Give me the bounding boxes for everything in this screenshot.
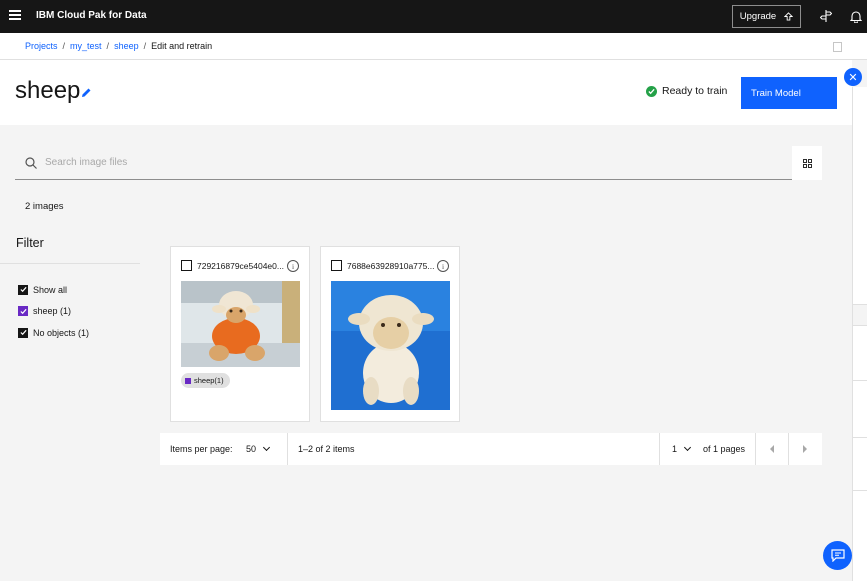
breadcrumb: Projects / my_test / sheep / Edit and re… [25, 41, 212, 51]
chevron-down-icon [262, 443, 271, 452]
page-header: sheep Ready to train Train Model [0, 60, 852, 125]
previous-page-button[interactable] [755, 433, 788, 465]
grid-view-toggle[interactable] [792, 146, 822, 180]
document-icon[interactable] [833, 42, 842, 52]
training-status: Ready to train [646, 85, 727, 97]
filter-no-objects[interactable]: No objects (1) [18, 322, 89, 344]
upgrade-label: Upgrade [739, 11, 777, 22]
breadcrumb-current: Edit and retrain [151, 41, 213, 51]
info-icon[interactable]: i [437, 260, 449, 272]
label-color-swatch [185, 377, 191, 384]
items-per-page-value: 50 [246, 444, 257, 454]
side-panel-divider [853, 380, 867, 381]
side-panel-divider [853, 490, 867, 491]
image-thumbnail[interactable] [331, 281, 450, 410]
label-tag-text: sheep(1) [194, 376, 224, 385]
search-bar [15, 146, 792, 180]
checkbox-checked-icon[interactable] [18, 327, 28, 338]
filter-show-all[interactable]: Show all [18, 279, 89, 301]
card-checkbox[interactable] [331, 260, 342, 271]
breadcrumb-model[interactable]: sheep [114, 41, 139, 51]
image-count: 2 images [25, 201, 64, 212]
filter-label: No objects (1) [33, 327, 90, 338]
page-title: sheep [15, 77, 81, 104]
breadcrumb-separator: / [62, 41, 66, 51]
pagination-divider [659, 433, 660, 465]
label-tag[interactable]: sheep(1) [181, 373, 230, 388]
pagination-bar: Items per page: 50 1–2 of 2 items 1 of 1… [160, 433, 822, 465]
filter-label: Show all [33, 284, 68, 295]
pagination-range: 1–2 of 2 items [298, 444, 355, 454]
side-panel-row [853, 304, 867, 326]
brand-prefix: IBM [36, 10, 55, 21]
page-select[interactable]: 1 [672, 433, 692, 465]
items-per-page-label: Items per page: [170, 444, 233, 454]
items-per-page-select[interactable]: 50 [246, 433, 271, 465]
total-pages: of 1 pages [703, 444, 746, 454]
product-name[interactable]: IBM Cloud Pak for Data [36, 10, 147, 21]
checkbox-checked-icon[interactable] [18, 306, 28, 317]
side-panel-divider [853, 437, 867, 438]
image-file-name: 7688e63928910a775... [347, 261, 435, 271]
signpost-icon[interactable] [819, 9, 833, 23]
filter-title: Filter [16, 236, 44, 250]
image-card[interactable]: 7688e63928910a775... i [320, 246, 460, 422]
train-model-button[interactable]: Train Model [741, 77, 837, 109]
filter-list: Show all sheep (1) No objects (1) [18, 279, 89, 344]
page-number: 1 [672, 444, 678, 454]
image-card[interactable]: 729216879ce5404e0... i sheep(1) [170, 246, 310, 422]
filter-sheep[interactable]: sheep (1) [18, 301, 89, 323]
checkbox-checked-icon[interactable] [18, 284, 28, 295]
caret-left-icon [769, 445, 774, 453]
breadcrumb-projects[interactable]: Projects [25, 41, 58, 51]
next-page-button[interactable] [788, 433, 821, 465]
breadcrumb-separator: / [143, 41, 147, 51]
chat-button[interactable] [823, 541, 852, 570]
status-text: Ready to train [662, 85, 728, 97]
search-icon [25, 157, 37, 169]
filter-divider [0, 263, 140, 264]
notification-icon[interactable] [849, 9, 863, 23]
menu-icon[interactable] [9, 10, 21, 22]
info-icon[interactable]: i [287, 260, 299, 272]
brand-name: Cloud Pak for Data [57, 10, 147, 21]
breadcrumb-project[interactable]: my_test [70, 41, 102, 51]
image-thumbnail[interactable] [181, 281, 300, 367]
upgrade-button[interactable]: Upgrade [732, 5, 801, 28]
breadcrumb-bar: Projects / my_test / sheep / Edit and re… [0, 33, 867, 60]
top-navigation-bar: IBM Cloud Pak for Data Upgrade [0, 0, 867, 33]
card-checkbox[interactable] [181, 260, 192, 271]
checkmark-icon [646, 85, 657, 97]
chat-icon [830, 549, 845, 562]
grid-icon [802, 158, 812, 168]
pagination-divider [287, 433, 288, 465]
upgrade-icon [784, 12, 794, 21]
edit-icon[interactable] [81, 87, 92, 98]
caret-right-icon [802, 445, 807, 453]
search-input[interactable] [45, 146, 785, 179]
filter-label: sheep (1) [33, 306, 72, 317]
image-file-name: 729216879ce5404e0... [197, 261, 284, 271]
close-icon[interactable]: ✕ [844, 68, 862, 86]
side-panel-edge [852, 87, 867, 581]
breadcrumb-separator: / [106, 41, 110, 51]
chevron-down-icon [683, 443, 692, 452]
